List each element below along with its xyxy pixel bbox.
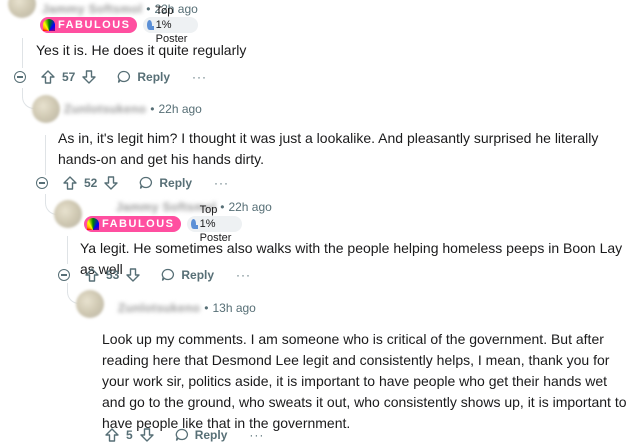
upvote-icon[interactable] [40, 69, 56, 85]
thread-line [45, 135, 46, 175]
reply-button[interactable]: Reply [117, 70, 170, 84]
reply-icon [140, 176, 153, 189]
avatar[interactable] [32, 95, 60, 123]
separator-dot: • [204, 301, 209, 315]
flair-fabulous: FABULOUS [84, 216, 181, 232]
reply-button[interactable]: Reply [161, 268, 214, 282]
downvote-icon[interactable] [139, 427, 155, 443]
thread-line [22, 38, 23, 68]
reply-icon [118, 70, 131, 83]
comment-body: As in, it's legit him? I thought it was … [58, 130, 599, 167]
flair-fabulous-label: FABULOUS [102, 218, 175, 230]
vote-score: 53 [106, 268, 120, 282]
avatar[interactable] [54, 200, 82, 228]
username[interactable]: Jammy Softsmol [42, 2, 142, 16]
reply-label: Reply [137, 70, 171, 84]
comment-body: Yes it is. He does it quite regularly [36, 42, 247, 58]
top-poster-icon [146, 20, 154, 30]
flair-top-poster: Top 1% Poster [142, 5, 199, 45]
reply-label: Reply [159, 176, 193, 190]
reply-label: Reply [181, 268, 215, 282]
thread-line [67, 236, 68, 264]
comment-body: Look up my comments. I am someone who is… [102, 331, 627, 431]
more-icon[interactable]: ··· [249, 428, 264, 442]
avatar[interactable] [76, 290, 104, 318]
username[interactable]: Zunlotsukeno [64, 102, 146, 116]
rainbow-icon [43, 19, 55, 31]
collapse-icon[interactable] [14, 71, 26, 83]
timestamp[interactable]: 22h ago [158, 102, 201, 116]
username[interactable]: Zunlotsukeno [118, 301, 200, 315]
collapse-icon[interactable] [36, 177, 48, 189]
avatar[interactable] [8, 0, 36, 18]
downvote-icon[interactable] [103, 175, 119, 191]
more-icon[interactable]: ··· [192, 70, 207, 84]
separator-dot: • [150, 102, 155, 116]
flair-fabulous-label: FABULOUS [58, 19, 131, 31]
reply-icon [175, 428, 188, 441]
rainbow-icon [87, 218, 99, 230]
upvote-icon[interactable] [84, 267, 100, 283]
downvote-icon[interactable] [125, 267, 141, 283]
top-poster-icon [190, 219, 198, 229]
downvote-icon[interactable] [81, 69, 97, 85]
vote-score: 52 [84, 176, 98, 190]
more-icon[interactable]: ··· [214, 176, 229, 190]
separator-dot: • [146, 2, 151, 16]
upvote-icon[interactable] [62, 175, 78, 191]
reply-button[interactable]: Reply [139, 176, 192, 190]
reply-icon [162, 268, 175, 281]
reply-button[interactable]: Reply [175, 428, 228, 442]
timestamp[interactable]: 13h ago [212, 301, 255, 315]
flair-fabulous: FABULOUS [40, 17, 137, 33]
vote-score: 57 [62, 70, 76, 84]
more-icon[interactable]: ··· [236, 268, 251, 282]
upvote-icon[interactable] [104, 427, 120, 443]
reply-label: Reply [194, 428, 228, 442]
collapse-icon[interactable] [58, 269, 70, 281]
flair-top-poster: Top 1% Poster [186, 204, 243, 244]
vote-score: 5 [126, 428, 133, 442]
